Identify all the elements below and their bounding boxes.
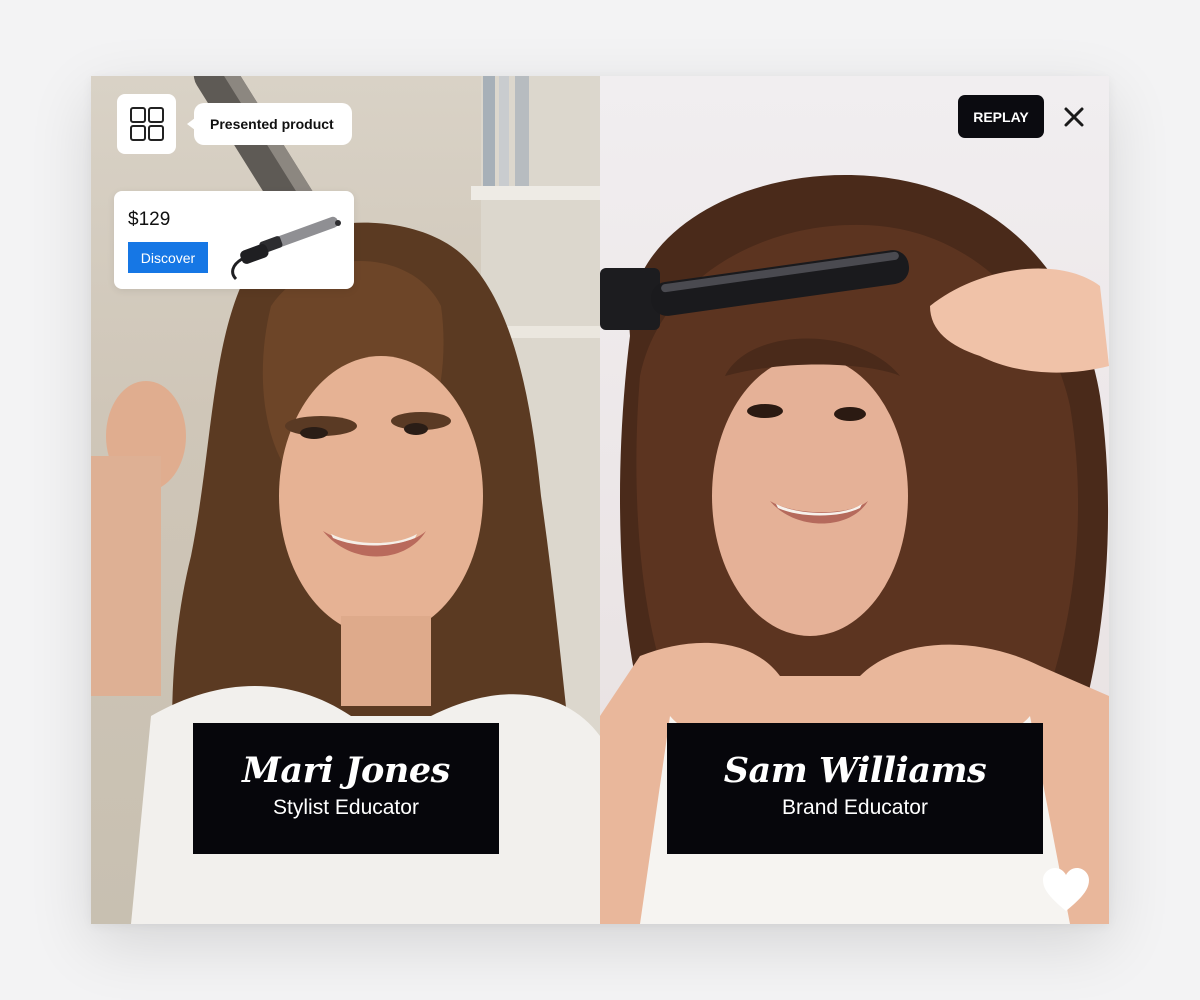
close-icon	[1064, 107, 1084, 127]
left-video-panel[interactable]: Presented product $129 Discover Mari Jon…	[91, 76, 600, 924]
replay-button[interactable]: REPLAY	[958, 95, 1044, 138]
like-button[interactable]	[1041, 867, 1091, 913]
tooltip-label: Presented product	[210, 116, 334, 132]
close-button[interactable]	[1059, 104, 1089, 130]
heart-icon	[1043, 868, 1089, 911]
presenter-name-card-right: Sam Williams Brand Educator	[667, 723, 1043, 854]
presented-product-tooltip: Presented product	[187, 103, 352, 145]
presenter-name: Mari Jones	[242, 750, 450, 791]
right-video-panel[interactable]: REPLAY Sam Williams Brand Educator	[600, 76, 1109, 924]
product-price: $129	[128, 209, 171, 230]
products-grid-button[interactable]	[117, 94, 176, 154]
video-comparison-frame: Presented product $129 Discover Mari Jon…	[91, 76, 1109, 924]
product-card[interactable]: $129 Discover	[114, 191, 354, 289]
presenter-role: Stylist Educator	[273, 796, 419, 819]
presenter-role: Brand Educator	[782, 796, 928, 819]
presenter-name-card-left: Mari Jones Stylist Educator	[193, 723, 499, 854]
curling-iron-icon	[231, 216, 341, 281]
presenter-name: Sam Williams	[723, 750, 987, 791]
grid-icon	[129, 107, 164, 141]
discover-button[interactable]: Discover	[128, 242, 208, 273]
